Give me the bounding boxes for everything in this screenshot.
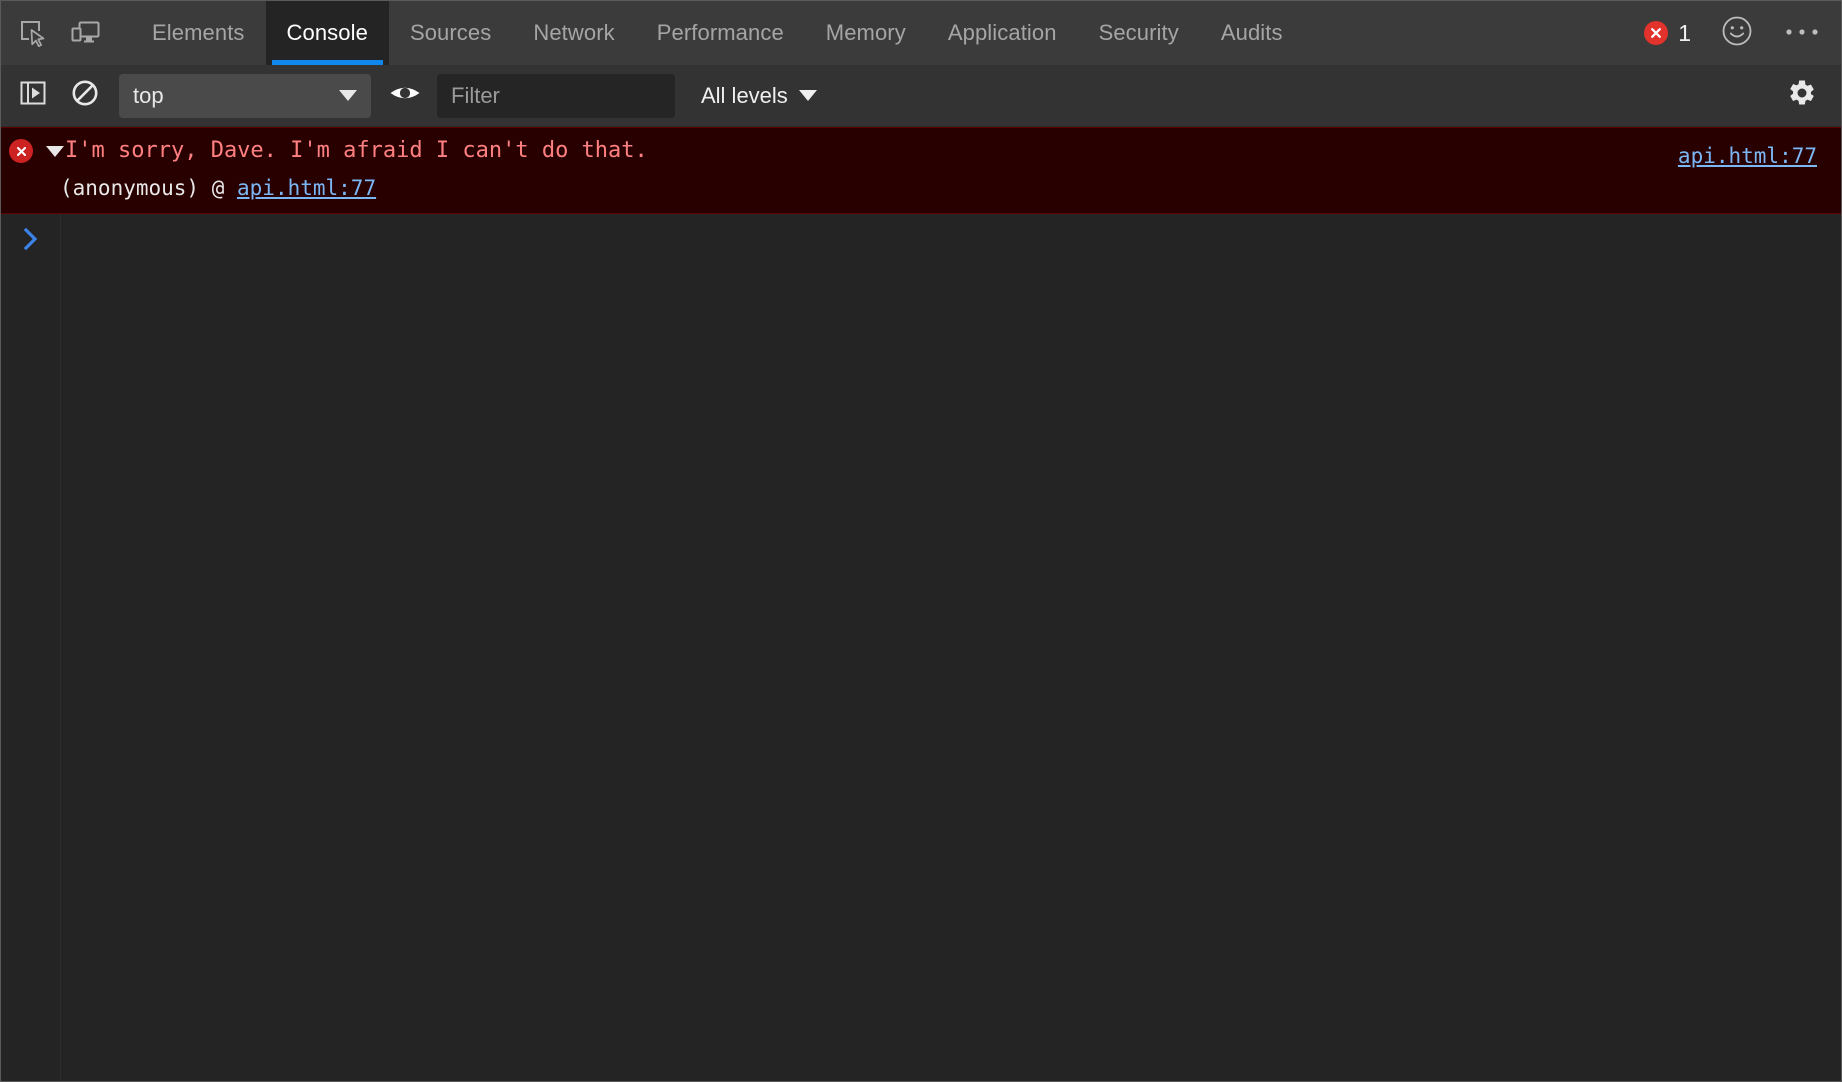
error-circle-icon — [9, 139, 33, 163]
devtools-window: Elements Console Sources Network Perform… — [0, 0, 1842, 1082]
smiley-face-icon — [1721, 15, 1753, 52]
error-count-badge[interactable]: 1 — [1636, 20, 1699, 47]
console-prompt-row[interactable] — [1, 214, 1841, 262]
tab-network[interactable]: Network — [512, 1, 635, 65]
more-options-button[interactable] — [1779, 24, 1825, 42]
console-gutter-divider — [60, 127, 61, 1081]
console-settings-button[interactable] — [1779, 73, 1825, 119]
panel-tabs: Elements Console Sources Network Perform… — [131, 1, 1304, 65]
clear-console-button[interactable] — [59, 70, 111, 122]
tab-label: Security — [1099, 20, 1179, 46]
console-message-header: I'm sorry, Dave. I'm afraid I can't do t… — [1, 134, 1841, 170]
chevron-down-icon — [799, 90, 817, 101]
tab-memory[interactable]: Memory — [805, 1, 927, 65]
tab-label: Memory — [826, 20, 906, 46]
error-circle-icon — [1644, 21, 1668, 45]
log-level-label: All levels — [701, 83, 788, 109]
tab-label: Audits — [1221, 20, 1283, 46]
error-count-label: 1 — [1678, 20, 1691, 47]
tab-console[interactable]: Console — [266, 1, 389, 65]
chevron-down-icon — [339, 90, 357, 101]
device-toolbar-button[interactable] — [59, 1, 111, 65]
inspect-element-button[interactable] — [7, 1, 59, 65]
prompt-chevron-icon — [1, 222, 60, 252]
feedback-button[interactable] — [1721, 15, 1753, 52]
console-sidebar-toggle-button[interactable] — [7, 70, 59, 122]
tab-label: Performance — [657, 20, 784, 46]
tab-label: Application — [948, 20, 1057, 46]
console-sidebar-toggle-icon — [18, 78, 48, 113]
more-options-icon — [1785, 24, 1819, 42]
tab-sources[interactable]: Sources — [389, 1, 512, 65]
tab-label: Network — [533, 20, 614, 46]
tab-label: Console — [287, 20, 368, 46]
tab-label: Elements — [152, 20, 245, 46]
execution-context-label: top — [119, 83, 164, 109]
console-message-error[interactable]: I'm sorry, Dave. I'm afraid I can't do t… — [1, 127, 1841, 214]
tabbar-left-tools — [1, 1, 111, 65]
settings-gear-icon — [1787, 78, 1817, 113]
tab-security[interactable]: Security — [1078, 1, 1200, 65]
log-level-select[interactable]: All levels — [695, 83, 823, 109]
inspect-element-icon — [18, 18, 48, 48]
live-expression-button[interactable] — [377, 70, 433, 122]
tab-performance[interactable]: Performance — [636, 1, 805, 65]
live-expression-eye-icon — [389, 82, 421, 109]
console-error-text: I'm sorry, Dave. I'm afraid I can't do t… — [65, 134, 648, 167]
stack-frame-link[interactable]: api.html:77 — [237, 176, 376, 200]
tab-label: Sources — [410, 20, 491, 46]
disclosure-triangle-icon[interactable] — [46, 146, 64, 157]
tab-elements[interactable]: Elements — [131, 1, 266, 65]
stack-frame-name: (anonymous) @ — [60, 176, 237, 200]
console-message-source-link[interactable]: api.html:77 — [1678, 140, 1817, 173]
tabbar-right-tools: 1 — [1636, 1, 1841, 65]
console-message-area: I'm sorry, Dave. I'm afraid I can't do t… — [1, 127, 1841, 1081]
console-stack-frame: (anonymous) @ api.html:77 — [1, 172, 1841, 205]
devtools-tabbar: Elements Console Sources Network Perform… — [1, 1, 1841, 65]
tab-audits[interactable]: Audits — [1200, 1, 1304, 65]
console-toolbar: top All levels — [1, 65, 1841, 127]
clear-console-icon — [70, 78, 100, 113]
execution-context-select[interactable]: top — [119, 74, 371, 118]
console-prompt-input[interactable] — [60, 222, 1841, 256]
tab-application[interactable]: Application — [927, 1, 1078, 65]
device-toolbar-icon — [69, 19, 101, 47]
console-filter-input[interactable] — [437, 74, 675, 118]
